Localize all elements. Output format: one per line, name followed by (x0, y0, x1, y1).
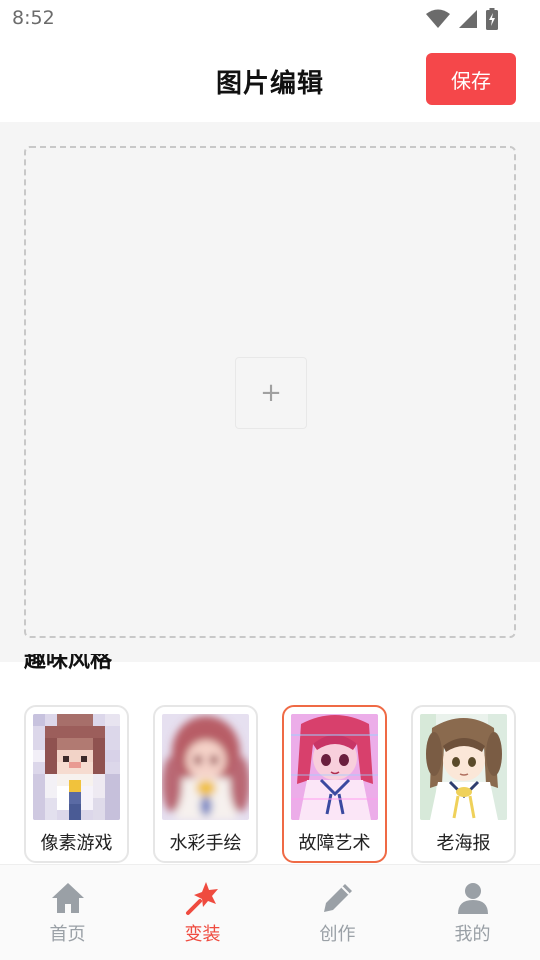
style-label: 水彩手绘 (169, 833, 242, 854)
battery-charging-icon (486, 8, 498, 30)
user-icon (457, 883, 488, 914)
tab-dress-up[interactable]: 变装 (135, 865, 270, 960)
tab-label: 变装 (184, 924, 221, 945)
style-card-old-poster[interactable]: 老海报 (411, 705, 516, 863)
style-card-pixel-game[interactable]: 像素游戏 (24, 705, 129, 863)
bottom-tab-bar: 首页 变装 创作 我的 (0, 864, 540, 960)
status-bar: 8:52 (0, 0, 540, 36)
pencil-icon (323, 884, 352, 912)
style-thumbnail-watercolor (162, 714, 249, 820)
section-title-text: 趣味风格 (24, 654, 113, 673)
magic-wand-icon (185, 882, 218, 915)
style-thumbnail-pixel (33, 714, 120, 820)
style-label: 老海报 (436, 833, 491, 854)
image-drop-zone[interactable]: + (24, 146, 516, 638)
home-icon (51, 883, 84, 913)
add-image-button[interactable]: + (235, 357, 307, 429)
tab-label: 我的 (454, 924, 491, 945)
save-button[interactable]: 保存 (426, 53, 516, 105)
style-card-glitch-art[interactable]: 故障艺术 (282, 705, 387, 863)
wifi-icon (426, 9, 450, 28)
style-label: 像素游戏 (40, 833, 113, 854)
style-thumbnail-glitch (291, 714, 378, 820)
status-icons (426, 8, 498, 30)
style-card-watercolor[interactable]: 水彩手绘 (153, 705, 258, 863)
cellular-signal-icon (459, 10, 477, 28)
app-header: 图片编辑 保存 (0, 36, 540, 122)
tab-home[interactable]: 首页 (0, 865, 135, 960)
tab-label: 创作 (319, 924, 356, 945)
image-canvas: + (0, 122, 540, 662)
section-title: 趣味风格 (24, 654, 112, 676)
plus-icon: + (260, 378, 282, 408)
style-thumbnail-poster (420, 714, 507, 820)
tab-profile[interactable]: 我的 (405, 865, 540, 960)
tab-label: 首页 (49, 924, 86, 945)
tab-create[interactable]: 创作 (270, 865, 405, 960)
style-label: 故障艺术 (298, 833, 371, 854)
status-time: 8:52 (12, 7, 55, 29)
